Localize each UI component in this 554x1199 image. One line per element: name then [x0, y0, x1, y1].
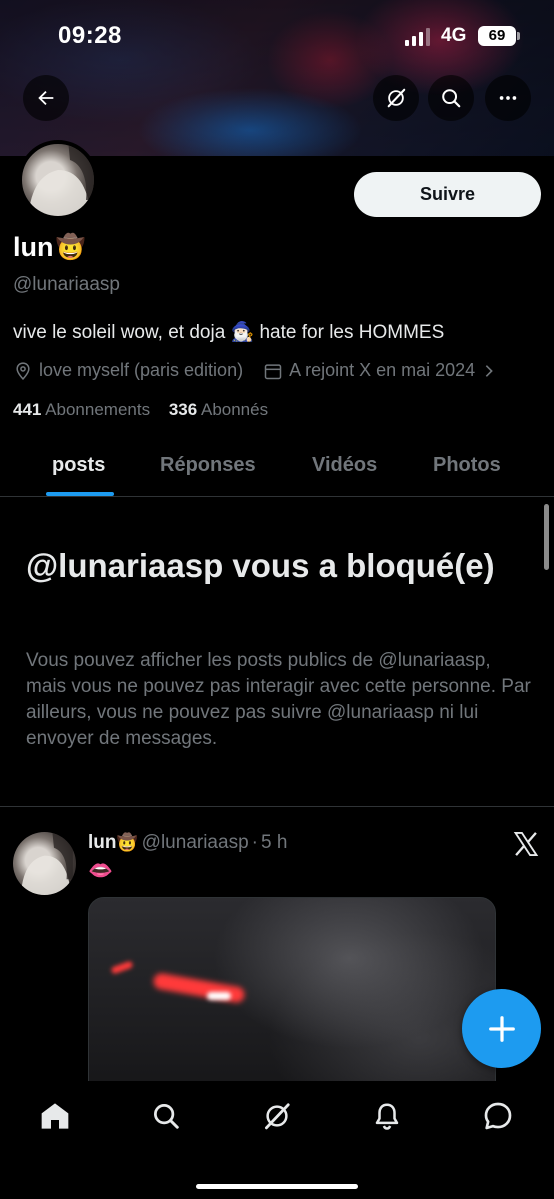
post-author-name-text: lun: [88, 832, 117, 853]
post-author-name[interactable]: lun🤠: [88, 832, 138, 854]
calendar-icon: [264, 363, 282, 379]
plus-icon: [488, 1015, 515, 1042]
bell-icon: [375, 1103, 399, 1130]
active-tab-indicator: [46, 492, 114, 496]
profile-handle: @lunariaasp: [13, 274, 120, 295]
location-text: love myself (paris edition): [39, 360, 244, 380]
more-button[interactable]: [485, 75, 531, 121]
image-light-flash: [207, 992, 231, 1000]
following-label: Abonnements: [45, 400, 151, 419]
tab-replies[interactable]: Réponses: [160, 454, 256, 477]
back-button[interactable]: [23, 75, 69, 121]
grok-icon: [265, 1103, 290, 1130]
image-light-streak: [152, 972, 246, 1004]
status-bar: 09:28 4G 69: [0, 0, 554, 72]
profile-bio: vive le soleil wow, et doja 🧙🏻‍♂️ hate f…: [13, 322, 445, 343]
profile-avatar[interactable]: [18, 140, 98, 220]
nav-home[interactable]: [38, 1099, 72, 1133]
follow-button[interactable]: Suivre: [354, 172, 541, 217]
nav-grok[interactable]: [260, 1099, 294, 1133]
chevron-right-icon: [485, 364, 494, 377]
arrow-left-icon: [38, 90, 54, 106]
grok-button[interactable]: [373, 75, 419, 121]
nav-notifications[interactable]: [370, 1099, 404, 1133]
nav-search[interactable]: [149, 1099, 183, 1133]
search-icon: [154, 1104, 179, 1129]
bottom-navigation: [0, 1081, 554, 1199]
blocked-description: Vous pouvez afficher les posts publics d…: [26, 650, 531, 749]
battery-icon: 69: [478, 26, 520, 46]
followers-count: 336: [168, 400, 198, 419]
post-avatar[interactable]: [13, 832, 76, 895]
grok-icon: [387, 88, 406, 108]
followers-label: Abonnés: [200, 400, 269, 419]
post-image[interactable]: [88, 897, 496, 1097]
display-name: lun 🤠: [13, 232, 85, 263]
more-horizontal-icon: [499, 96, 517, 100]
blocked-title: @lunariaasp vous a bloqué(e): [26, 547, 495, 584]
signal-icon: [405, 28, 430, 46]
following-count: 441: [13, 400, 42, 419]
divider: [0, 806, 554, 807]
post-header: lun🤠 @lunariaasp · 5 h: [88, 832, 287, 854]
post-avatar-photo: [20, 832, 73, 895]
followers-link[interactable]: 336 Abonnés: [169, 400, 268, 419]
post-text: 👄: [88, 860, 113, 882]
nav-messages[interactable]: [481, 1099, 515, 1133]
image-light-streak: [110, 960, 134, 975]
location-pin-icon: [16, 361, 30, 380]
join-date-text: A rejoint X en mai 2024: [289, 360, 476, 380]
tab-videos[interactable]: Vidéos: [312, 454, 377, 477]
home-indicator[interactable]: [196, 1184, 358, 1189]
location: love myself (paris edition): [13, 360, 243, 381]
compose-button[interactable]: [462, 989, 541, 1068]
post-time: 5 h: [260, 832, 288, 853]
avatar-photo: [28, 144, 94, 216]
post-separator: ·: [251, 832, 258, 853]
join-date[interactable]: A rejoint X en mai 2024: [263, 360, 497, 381]
cowboy-emoji: 🤠: [55, 234, 86, 261]
status-time: 09:28: [58, 22, 122, 49]
home-icon: [41, 1103, 69, 1129]
profile-meta: love myself (paris edition) A rejoint X …: [13, 360, 497, 381]
tab-photos[interactable]: Photos: [433, 454, 501, 477]
scrollbar[interactable]: [544, 504, 549, 570]
post-author-emoji: 🤠: [116, 833, 138, 852]
search-icon: [442, 89, 461, 108]
following-link[interactable]: 441 Abonnements: [13, 400, 150, 419]
tab-posts[interactable]: posts: [52, 454, 105, 477]
x-logo-icon: [513, 831, 539, 857]
follow-stats: 441 Abonnements 336 Abonnés: [13, 400, 268, 420]
profile-tabs: posts Réponses Vidéos Photos: [0, 440, 554, 497]
messages-icon: [484, 1102, 512, 1130]
search-button[interactable]: [428, 75, 474, 121]
network-type: 4G: [441, 25, 467, 46]
display-name-text: lun: [13, 232, 54, 262]
post-author-handle[interactable]: @lunariaasp: [142, 832, 249, 854]
